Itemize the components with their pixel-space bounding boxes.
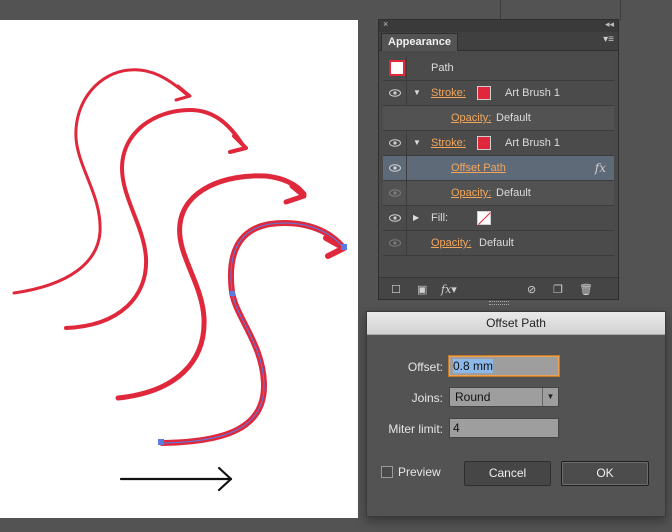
effect-link[interactable]: Offset Path [451, 162, 506, 174]
brush-name[interactable]: Art Brush 1 [505, 137, 560, 149]
visibility-toggle[interactable] [383, 81, 407, 105]
appearance-row-opacity[interactable]: Opacity: Default [383, 181, 614, 206]
appearance-row-opacity[interactable]: Opacity: Default [383, 231, 614, 256]
eye-icon [389, 139, 401, 147]
eye-icon [389, 214, 401, 222]
appearance-panel: × ◂◂ Appearance ▾≡ Path ▼ Stroke: Art Br… [378, 19, 619, 305]
eye-icon [389, 89, 401, 97]
offset-label: Offset: [407, 360, 443, 374]
stroke-link[interactable]: Stroke: [431, 87, 466, 99]
panel-menu-icon[interactable]: ▾≡ [603, 34, 614, 45]
tab-appearance[interactable]: Appearance [381, 33, 458, 51]
opacity-link[interactable]: Opacity: [431, 237, 471, 249]
opacity-link[interactable]: Opacity: [451, 112, 491, 124]
visibility-toggle[interactable] [383, 231, 407, 255]
brush-name[interactable]: Art Brush 1 [505, 87, 560, 99]
stroke-link[interactable]: Stroke: [431, 137, 466, 149]
add-new-stroke-icon[interactable]: ☐ [391, 283, 401, 296]
ok-button[interactable]: OK [561, 461, 649, 486]
visibility-toggle[interactable] [383, 181, 407, 205]
panel-footer: ☐ ▣ fx▾ ⊘ ❐ 🗑 [379, 277, 618, 299]
fill-swatch[interactable] [477, 211, 491, 225]
collapse-panel-icon[interactable]: ◂◂ [605, 19, 614, 30]
visibility-toggle[interactable] [383, 206, 407, 230]
visibility-toggle[interactable] [383, 131, 407, 155]
appearance-list: Path ▼ Stroke: Art Brush 1 Opacity: Defa… [383, 56, 614, 256]
artboard[interactable] [0, 20, 358, 518]
duplicate-item-icon[interactable]: ❐ [553, 283, 563, 296]
add-new-fill-icon[interactable]: ▣ [417, 283, 427, 296]
twirl-down-icon[interactable]: ▼ [413, 138, 421, 147]
miter-row: Miter limit: 4 [367, 418, 665, 440]
opacity-value: Default [479, 237, 514, 249]
twirl-down-icon[interactable]: ▼ [413, 88, 421, 97]
panel-titlebar: × ◂◂ [379, 19, 618, 32]
path-thumbnail-cell [383, 56, 407, 80]
miter-limit-label: Miter limit: [388, 422, 443, 436]
path-label: Path [431, 62, 454, 74]
miter-limit-input[interactable]: 4 [449, 418, 559, 438]
offset-row: Offset: 0.8 mm [367, 356, 665, 378]
trash-icon[interactable]: 🗑 [579, 283, 593, 296]
stroke-swatch[interactable] [477, 136, 491, 150]
joins-row: Joins: Round ▼ [367, 387, 665, 409]
twirl-right-icon[interactable]: ▶ [413, 213, 419, 222]
add-effect-icon[interactable]: fx▾ [441, 283, 457, 296]
preview-checkbox[interactable] [381, 466, 393, 478]
appearance-row-path[interactable]: Path [383, 56, 614, 81]
opacity-link[interactable]: Opacity: [451, 187, 491, 199]
appearance-row-stroke[interactable]: ▼ Stroke: Art Brush 1 [383, 131, 614, 156]
preview-label[interactable]: Preview [398, 465, 441, 479]
divider [500, 0, 501, 20]
path-thumbnail-icon [389, 60, 405, 76]
dialog-title[interactable]: Offset Path [367, 312, 665, 335]
stroke-swatch[interactable] [477, 86, 491, 100]
panel-tabbar: Appearance ▾≡ [379, 32, 618, 51]
cancel-button[interactable]: Cancel [464, 461, 551, 486]
visibility-toggle[interactable] [383, 156, 407, 180]
eye-icon [389, 189, 401, 197]
appearance-row-fill[interactable]: ▶ Fill: [383, 206, 614, 231]
fx-icon[interactable]: fx [595, 161, 606, 175]
opacity-value: Default [496, 187, 531, 199]
close-panel-icon[interactable]: × [383, 19, 388, 29]
resize-grip[interactable] [489, 301, 509, 305]
divider [620, 0, 621, 20]
appearance-row-stroke[interactable]: ▼ Stroke: Art Brush 1 [383, 81, 614, 106]
eye-icon [389, 164, 401, 172]
opacity-value: Default [496, 112, 531, 124]
appearance-row-opacity[interactable]: Opacity: Default [383, 106, 614, 131]
appearance-row-offset-path[interactable]: Offset Path fx [383, 156, 614, 181]
dropdown-arrow-icon: ▼ [542, 388, 558, 406]
clear-appearance-icon[interactable]: ⊘ [527, 283, 536, 296]
fill-label: Fill: [431, 212, 449, 224]
offset-path-dialog: Offset Path Offset: 0.8 mm Joins: Round … [366, 311, 666, 517]
offset-input[interactable]: 0.8 mm [449, 356, 559, 376]
joins-label: Joins: [411, 391, 443, 405]
joins-select[interactable]: Round ▼ [449, 387, 559, 407]
eye-icon [389, 239, 401, 247]
